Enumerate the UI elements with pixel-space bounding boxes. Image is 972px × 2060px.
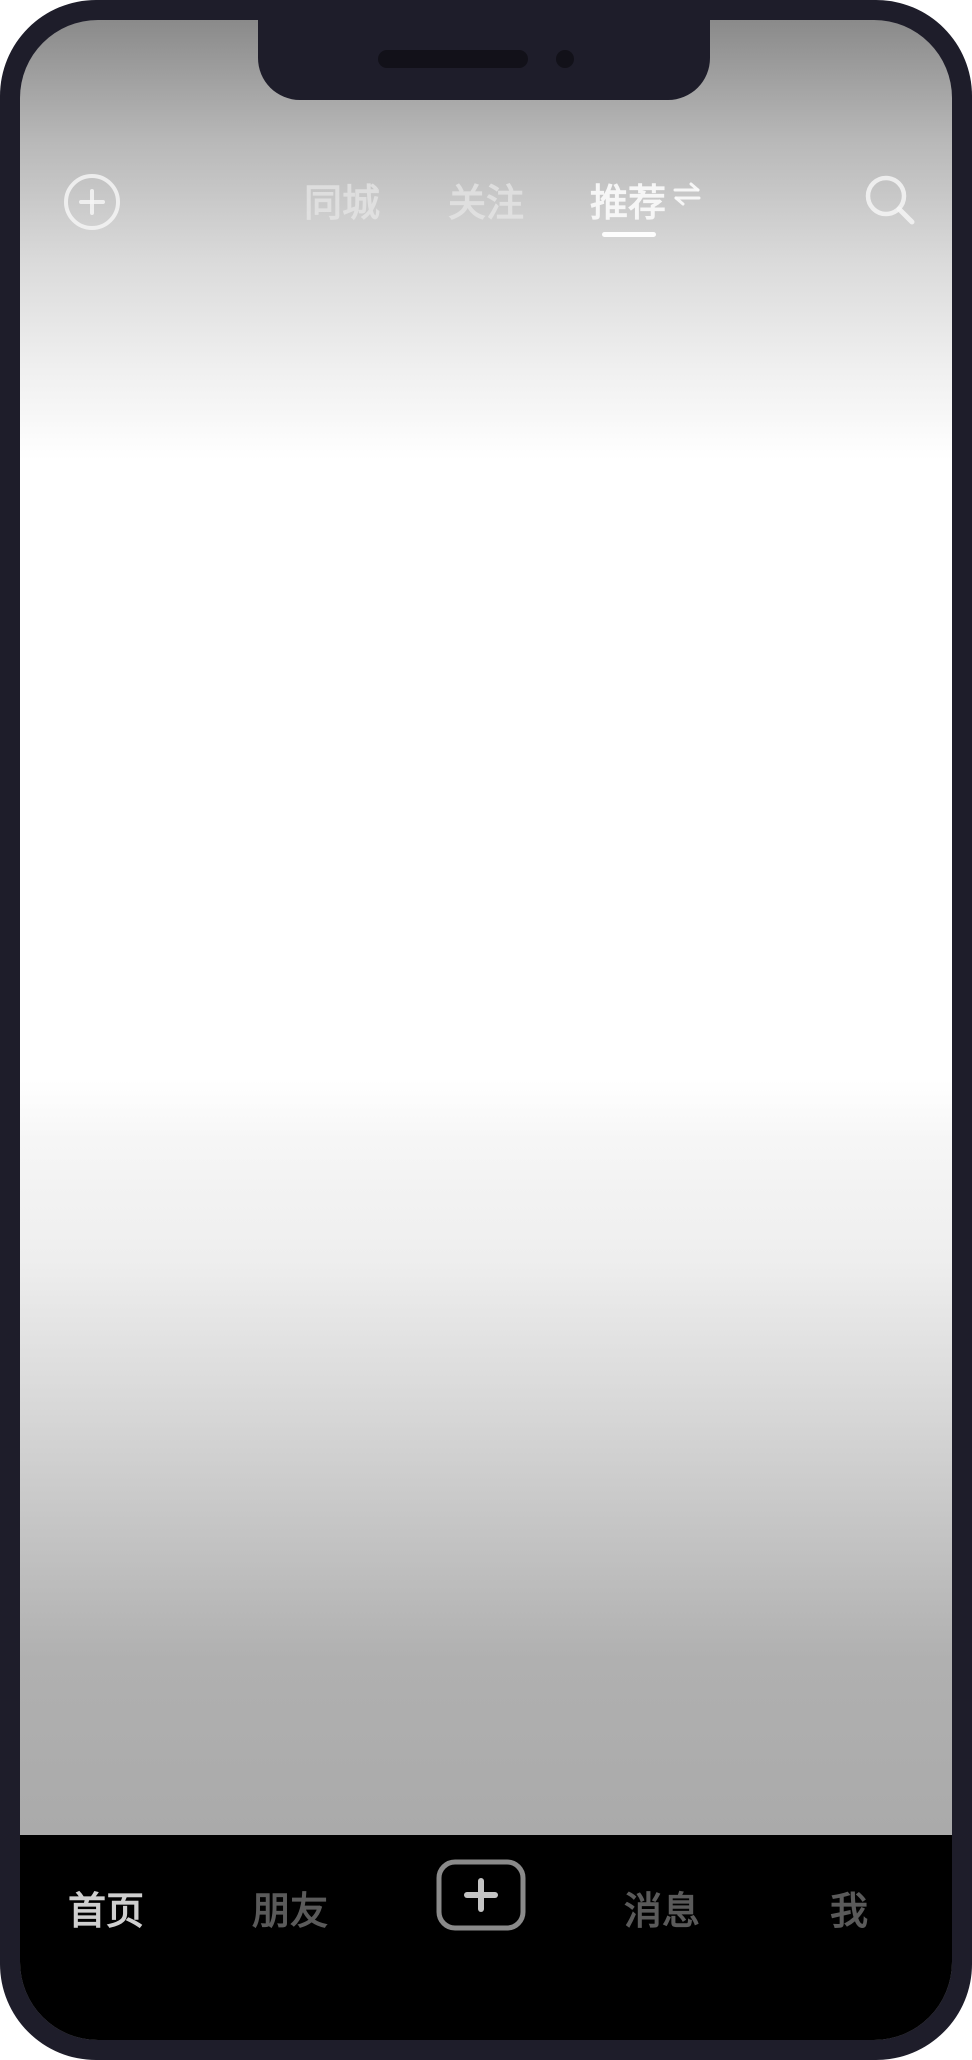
nav-item-home[interactable]: 首页 (68, 1880, 144, 1935)
create-video-button[interactable] (436, 1859, 526, 1931)
tab-recommended[interactable]: 推荐 (590, 172, 666, 227)
speaker (378, 50, 528, 68)
swap-arrows-icon[interactable] (672, 180, 702, 208)
search-icon[interactable] (858, 168, 922, 232)
bottom-nav: 首页 朋友 消息 我 (20, 1835, 952, 2040)
notch (258, 20, 710, 100)
tab-following[interactable]: 关注 (448, 172, 524, 227)
nav-item-messages[interactable]: 消息 (624, 1880, 700, 1935)
video-feed[interactable]: 同城 关注 推荐 首页 朋友 消息 我 (20, 20, 952, 2040)
phone-frame: 同城 关注 推荐 首页 朋友 消息 我 (0, 0, 972, 2060)
nav-item-me[interactable]: 我 (830, 1880, 868, 1935)
active-tab-indicator (602, 232, 656, 237)
top-bar: 同城 关注 推荐 (20, 150, 952, 250)
nav-item-friends[interactable]: 朋友 (252, 1880, 328, 1935)
plus-square-icon (436, 1859, 526, 1931)
front-camera (556, 50, 574, 68)
feed-tabs: 同城 关注 推荐 (20, 150, 952, 250)
tab-local[interactable]: 同城 (304, 172, 380, 227)
